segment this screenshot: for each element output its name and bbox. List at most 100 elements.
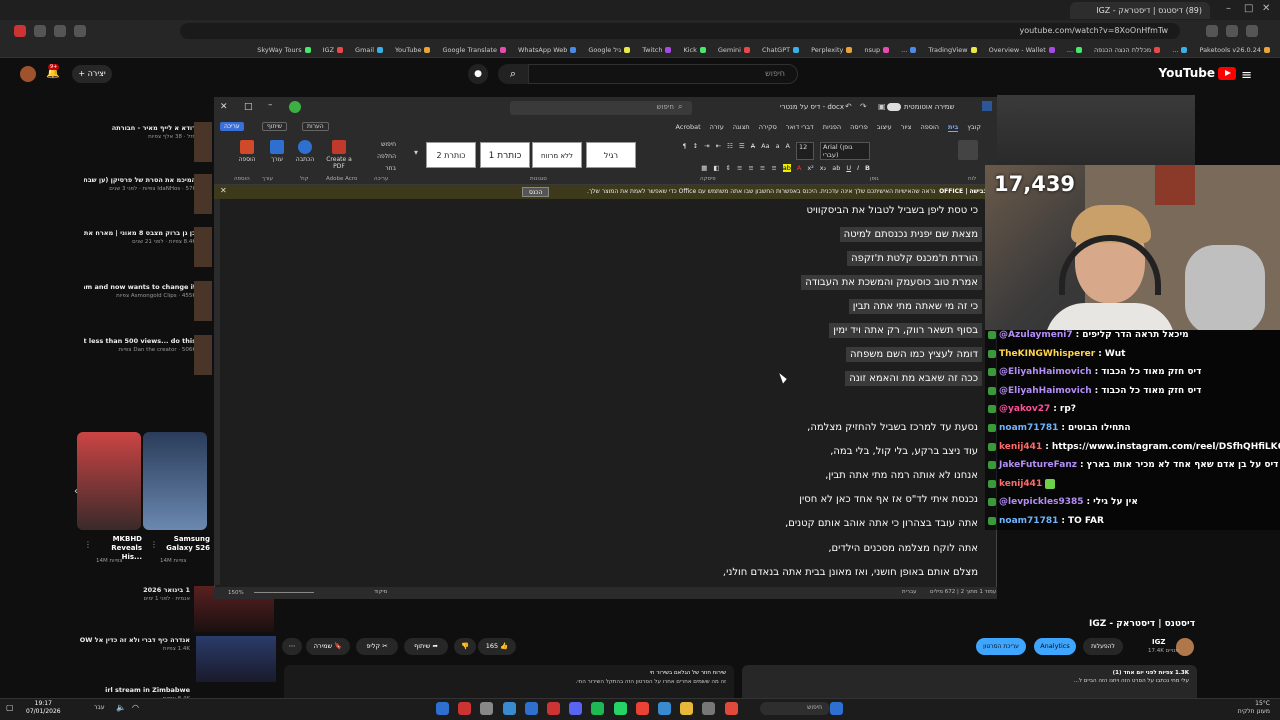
change-case-icon[interactable]: Aa [761, 142, 769, 160]
bookmark-item[interactable]: Kick [683, 46, 706, 54]
microphone-icon[interactable]: ● [468, 64, 488, 84]
video-thumbnail[interactable] [194, 122, 212, 162]
bookmark-item[interactable]: מכללת הנצה הכנפה [1094, 46, 1161, 54]
font-color-icon[interactable]: A [797, 164, 801, 172]
address-bar[interactable]: youtube.com/watch?v=8XoOnHfmTw [180, 23, 1180, 39]
document-line[interactable]: עוד ניצב ברקע, בלי קול, בלי במה, [826, 444, 982, 459]
app-icon[interactable] [480, 702, 494, 715]
document-line[interactable]: אנחנו לא אותה רמה מתי אתה תבין, [821, 468, 982, 483]
document-line[interactable]: דומה לעציץ כמו השם משפחה [846, 347, 982, 362]
bookmark-item[interactable]: YouTube [395, 46, 431, 54]
bookmark-item[interactable]: Overview - Wallet [989, 46, 1055, 54]
ribbon-tab[interactable]: קובץ [967, 123, 981, 131]
close-window-icon[interactable]: ✕ [1262, 3, 1270, 14]
zoom-level[interactable]: 150% [228, 590, 244, 596]
extensions-icon[interactable] [1226, 25, 1238, 37]
document-line[interactable]: מצאת שם יפנית נכנסתם למיטה [839, 227, 982, 242]
select-button[interactable]: בחר [366, 163, 396, 175]
sort-icon[interactable]: ↕ [693, 142, 698, 160]
bold-icon[interactable]: B [865, 164, 870, 172]
video-thumbnail[interactable] [194, 335, 212, 375]
clock[interactable]: 19:17 07/01/2026 [26, 700, 61, 716]
decrease-font-icon[interactable]: a [776, 142, 780, 160]
ribbon-tab[interactable]: Acrobat [676, 123, 701, 131]
chevron-down-icon[interactable]: ▾ [414, 148, 418, 157]
ribbon-tab[interactable]: סקירה [759, 123, 777, 131]
bookmark-item[interactable]: Google גיל [588, 46, 631, 54]
style-no-spacing[interactable]: ללא מרווח [532, 142, 582, 168]
bookmark-item[interactable]: Paketools v26.0.24 [1199, 46, 1270, 54]
bookmark-item[interactable]: IGZ [323, 46, 344, 54]
bookmark-item[interactable]: ... [1067, 46, 1083, 54]
autosave-toggle[interactable] [887, 103, 901, 111]
wifi-icon[interactable]: ◠ [132, 703, 139, 712]
recommended-video[interactable]: בן גן ברוק מצבס 8 מאוני | מארח את אבי אי… [84, 229, 196, 246]
bookmark-item[interactable]: ChatGPT [762, 46, 800, 54]
video-thumbnail[interactable] [194, 281, 212, 321]
maximize-icon[interactable]: □ [1244, 3, 1253, 14]
create-pdf-button[interactable]: Create a PDF [324, 140, 354, 170]
document-line[interactable]: נכנסת איתי לד"ס אז אף אחד כאן לא חסין [795, 492, 982, 507]
recommended-video[interactable]: המיכמ את הסרת של פרסיקן (ען שבח) IdaNHos … [84, 176, 196, 193]
discord-icon[interactable] [569, 702, 583, 715]
insert-button[interactable]: הוספה [232, 140, 262, 163]
document-line[interactable]: אמרת טוב כוסעמק והמשכת את העבודה [801, 275, 982, 290]
document-line[interactable]: בסוף תשאר רווק, רק אתה ויד ימין [829, 323, 982, 338]
close-icon[interactable]: ✕ [220, 102, 228, 112]
restore-icon[interactable]: □ [244, 102, 253, 112]
borders-icon[interactable]: ▦ [701, 164, 707, 172]
style-heading-2[interactable]: כותרת 2 [426, 142, 476, 168]
document-line[interactable]: מצלם אותם באופן חושני, ואז מאונן בבית את… [719, 565, 982, 580]
align-left-icon[interactable]: ≡ [748, 164, 753, 172]
forward-icon[interactable] [34, 25, 46, 37]
ribbon-tab[interactable]: תצוגה [733, 123, 750, 131]
back-icon[interactable] [14, 25, 26, 37]
recommended-video[interactable]: She converted to Islam and now wants to … [84, 283, 196, 300]
bookmark-item[interactable]: TradingView [928, 46, 977, 54]
undo-icon[interactable]: ↶ [845, 102, 852, 111]
font-size-select[interactable]: 12 [796, 142, 814, 160]
notification-center-icon[interactable]: ▢ [6, 703, 14, 712]
analytics-button[interactable]: Analytics [1034, 638, 1076, 655]
create-button[interactable]: + יצירה [72, 65, 112, 83]
extension-icon[interactable] [74, 25, 86, 37]
pilcrow-icon[interactable]: ¶ [683, 142, 687, 160]
document-line[interactable]: נסעת עד למרכז בשביל להחזיק מצלמה, [803, 420, 982, 435]
document-line[interactable]: אתה לוקח מצלמה מסכנים הילדים, [824, 541, 982, 556]
bookmark-item[interactable]: Google Translate [442, 46, 506, 54]
minimize-icon[interactable]: – [268, 100, 273, 110]
bullets-icon[interactable]: ☰ [739, 142, 745, 160]
taskbar-search[interactable]: חיפוש [760, 702, 830, 715]
short-thumbnail-mkbhd[interactable] [77, 432, 141, 530]
close-infobar-icon[interactable]: ✕ [220, 186, 227, 195]
more-actions-icon[interactable]: ⋯ [282, 638, 302, 655]
minimize-icon[interactable]: – [1226, 3, 1231, 14]
edit-video-button[interactable]: עריכת הסרטון [976, 638, 1026, 655]
recording-icon[interactable] [724, 702, 738, 715]
justify-icon[interactable]: ≡ [737, 164, 742, 172]
app-icon[interactable] [658, 702, 671, 715]
bookmark-item[interactable]: nsup [864, 46, 890, 54]
speaker-icon[interactable]: 🔈 [116, 703, 126, 712]
weather-widget[interactable]: 15°C מעונן חלקית [1238, 700, 1270, 716]
ribbon-tab[interactable]: פריסה [850, 123, 868, 131]
vertical-scrollbar[interactable] [214, 199, 220, 585]
app-icon[interactable] [524, 702, 538, 715]
ribbon-tab[interactable]: עזרה [710, 123, 724, 131]
more-icon[interactable]: ⋮ [150, 540, 158, 549]
recommended-video[interactable]: דודא א לייף מאיר - חבורתה מזל · 38 אלף צפ… [84, 124, 196, 141]
indent-icon[interactable]: ⇤ [716, 142, 721, 160]
ribbon-tab[interactable]: דברי דואר [786, 123, 814, 131]
clear-format-icon[interactable]: A̶ [751, 142, 755, 160]
avatar[interactable] [20, 66, 36, 82]
numbering-icon[interactable]: ☷ [727, 142, 733, 160]
youtube-logo[interactable]: YouTube [1158, 66, 1236, 80]
bookmark-item[interactable]: Gemini [718, 46, 750, 54]
app-icon[interactable] [458, 702, 472, 715]
whatsapp-icon[interactable] [613, 702, 627, 715]
redo-icon[interactable]: ↷ [860, 102, 867, 111]
language-indicator[interactable]: עברית [902, 589, 917, 595]
ribbon-tab[interactable]: בית [948, 123, 959, 132]
recommended-video[interactable]: 1 בינואר 2026 אנמית · לפני 1 ימים [80, 586, 190, 603]
sign-in-button[interactable]: הכנס [522, 187, 550, 197]
